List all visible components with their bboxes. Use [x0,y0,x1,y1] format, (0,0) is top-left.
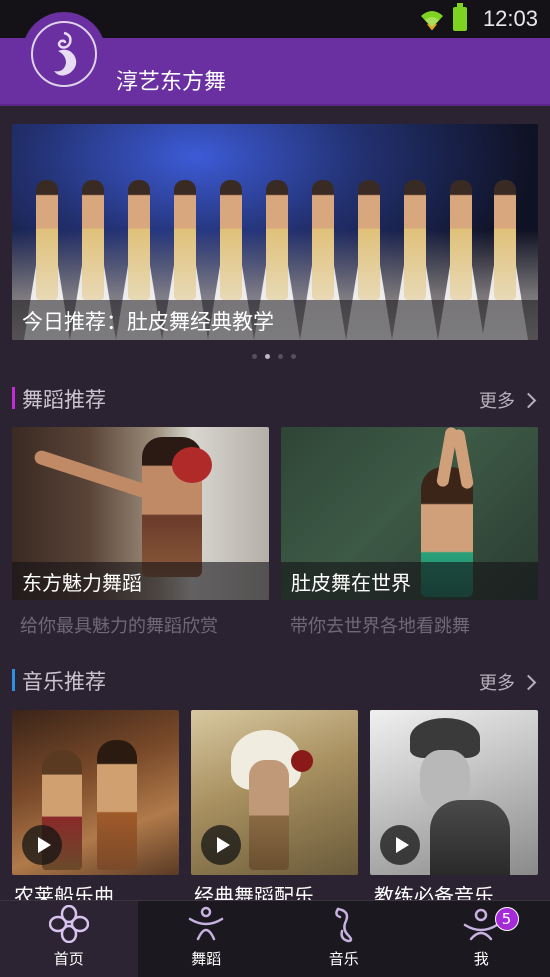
card-subtitle: 带你去世界各地看跳舞 [290,616,470,637]
dancer-logo-icon [54,31,77,76]
app-title: 淳艺东方舞 [116,70,227,95]
nav-home[interactable]: 首页 [0,901,138,977]
battery-icon [452,3,467,31]
dance-section-header: 舞蹈推荐 更多 [12,382,538,414]
play-button[interactable] [380,825,420,865]
music-card-1[interactable] [12,710,179,875]
nav-me[interactable]: 5 我 [413,901,550,977]
banner-caption: 今日推荐：肚皮舞经典教学 [22,310,274,334]
play-button[interactable] [22,825,62,865]
banner-page-indicator [252,354,296,359]
card-subtitle: 给你最具魅力的舞蹈欣赏 [20,616,218,637]
music-note-icon [334,907,352,943]
music-more-link[interactable]: 更多 [479,669,538,695]
more-label: 更多 [479,391,515,412]
section-accent-bar [12,669,15,691]
nav-music[interactable]: 音乐 [275,901,413,977]
card-title: 东方魅力舞蹈 [22,571,142,595]
chevron-right-icon [520,392,537,408]
flower-icon [48,905,89,943]
music-card-3[interactable] [370,710,538,875]
nav-label: 音乐 [328,950,359,968]
nav-dance[interactable]: 舞蹈 [138,901,276,977]
page-dot [252,354,257,359]
more-label: 更多 [479,673,515,694]
section-accent-bar [12,387,15,409]
music-section-header: 音乐推荐 更多 [12,664,538,696]
featured-banner[interactable]: 今日推荐：肚皮舞经典教学 [12,124,538,340]
bottom-nav: 首页 舞蹈 音乐 5 我 [0,900,550,977]
nav-label: 舞蹈 [191,950,222,968]
status-time: 12:03 [482,6,538,31]
card-title: 肚皮舞在世界 [291,571,411,595]
chevron-right-icon [520,674,537,690]
notification-badge: 5 [494,907,519,931]
dancer-icon [189,906,224,941]
app-logo[interactable] [22,12,106,96]
nav-label: 首页 [53,950,84,968]
page-dot-active [265,354,270,359]
page-dot [291,354,296,359]
play-button[interactable] [201,825,241,865]
dance-card-world[interactable]: 肚皮舞在世界 [281,427,538,600]
nav-label: 我 [473,950,489,968]
music-card-2[interactable] [191,710,358,875]
wifi-icon [420,11,443,30]
music-section-title: 音乐推荐 [22,670,106,694]
dance-section-title: 舞蹈推荐 [22,388,106,412]
page-dot [278,354,283,359]
dance-more-link[interactable]: 更多 [479,387,538,413]
dance-card-oriental[interactable]: 东方魅力舞蹈 [12,427,269,600]
